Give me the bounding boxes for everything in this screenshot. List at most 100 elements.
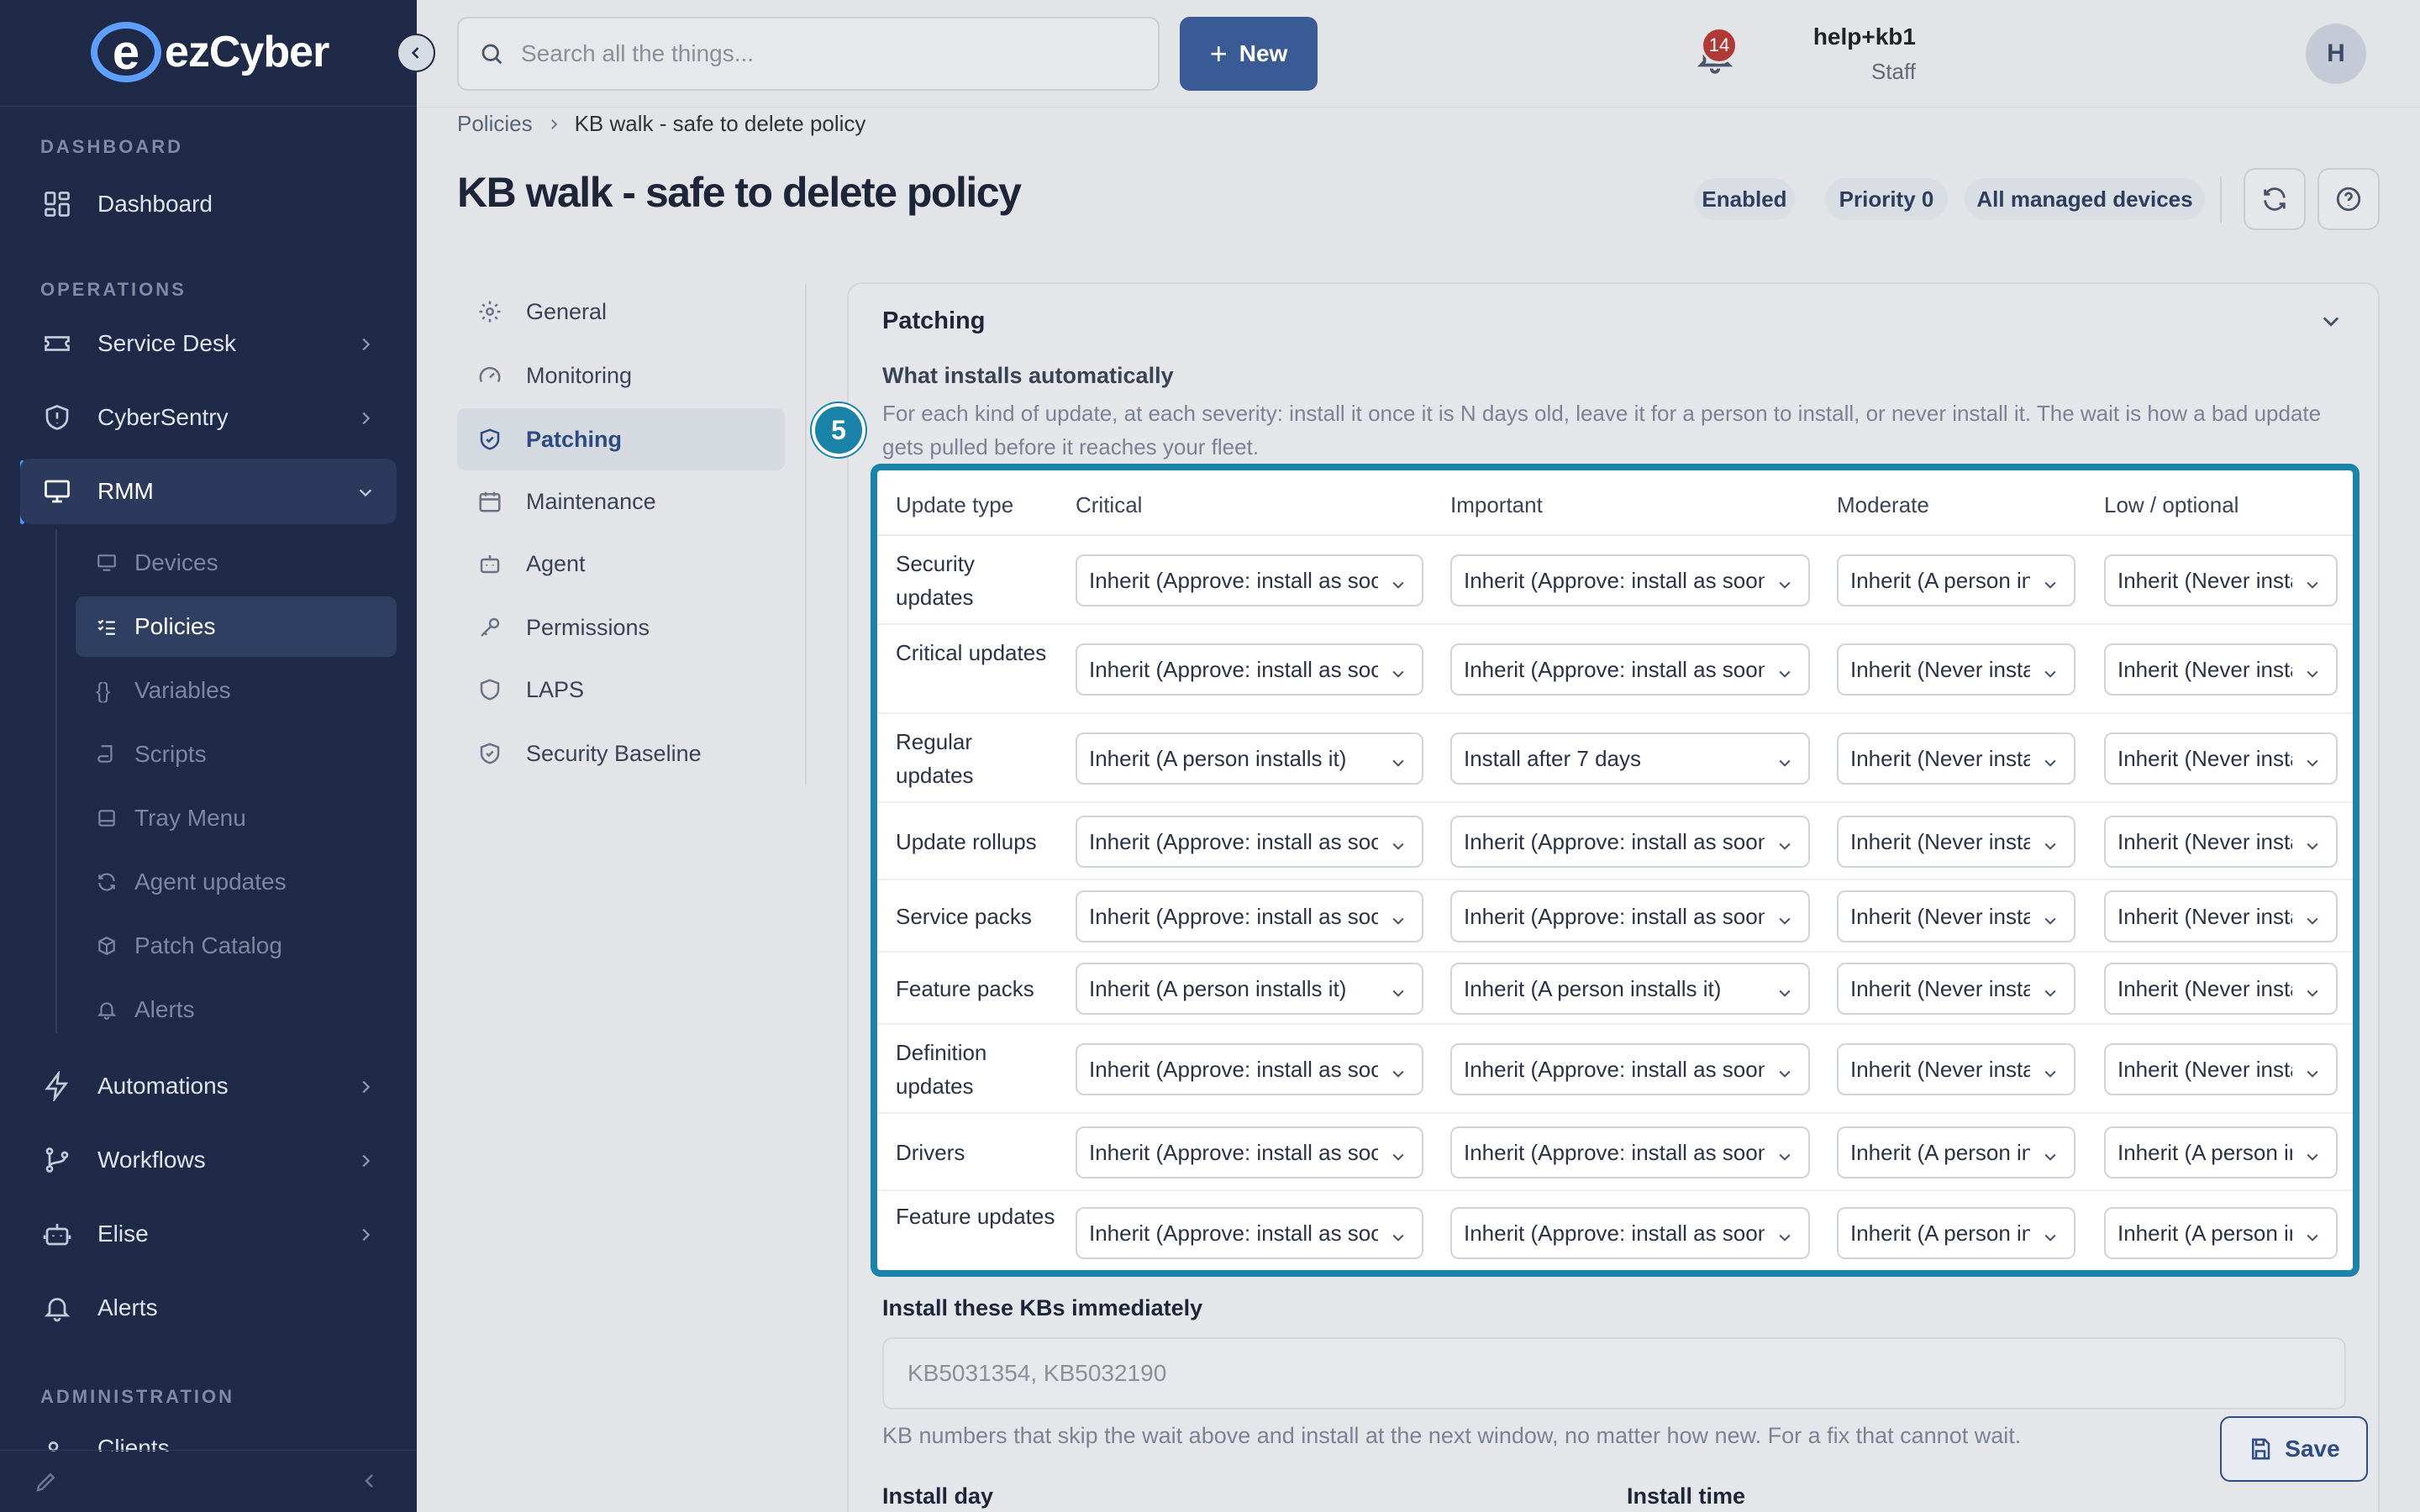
severity-select-critical[interactable]: Inherit (Approve: install as soon as rel… <box>1076 1126 1423 1179</box>
table-row: Feature updates Inherit (Approve: install… <box>877 1191 2353 1270</box>
severity-select-important[interactable]: Inherit (A person installs it) <box>1450 963 1810 1015</box>
select-value: Inherit (Approve: install as soon as rel… <box>1089 828 1378 854</box>
kb-input[interactable]: KB5031354, KB5032190 <box>882 1337 2346 1410</box>
severity-select-moderate[interactable]: Inherit (Never install) <box>1837 1043 2075 1095</box>
logo[interactable]: e ezCyber <box>91 22 329 82</box>
severity-select-low[interactable]: Inherit (Never install) <box>2104 1043 2338 1095</box>
breadcrumb-current: KB walk - safe to delete policy <box>574 111 866 136</box>
select-value: Inherit (Approve: install as soon as rel… <box>1464 1056 1765 1082</box>
severity-select-low[interactable]: Inherit (Never install) <box>2104 963 2338 1015</box>
severity-select-moderate[interactable]: Inherit (Never install) <box>1837 732 2075 785</box>
severity-select-important[interactable]: Inherit (Approve: install as soon as rel… <box>1450 1207 1810 1259</box>
severity-select-moderate[interactable]: Inherit (Never install) <box>1837 643 2075 696</box>
robot-icon <box>477 551 508 576</box>
severity-select-important[interactable]: Inherit (Approve: install as soon as rel… <box>1450 1126 1810 1179</box>
settings-nav-general[interactable]: General <box>457 281 785 343</box>
severity-select-critical[interactable]: Inherit (Approve: install as soon as rel… <box>1076 643 1423 696</box>
chevron-down-icon <box>1390 1226 1407 1252</box>
chevron-down-icon[interactable] <box>2319 309 2343 337</box>
key-icon <box>477 615 508 640</box>
severity-select-important[interactable]: Install after 7 days <box>1450 732 1810 785</box>
new-button[interactable]: + New <box>1180 17 1318 91</box>
sidebar-item-elise[interactable]: Elise <box>20 1201 397 1267</box>
chevron-down-icon <box>2304 662 2321 688</box>
search-box[interactable] <box>457 17 1160 91</box>
severity-select-critical[interactable]: Inherit (Approve: install as soon as rel… <box>1076 1043 1423 1095</box>
severity-select-important[interactable]: Inherit (Approve: install as soon as rel… <box>1450 890 1810 942</box>
settings-nav-patching[interactable]: Patching <box>457 408 785 470</box>
refresh-button[interactable] <box>2244 168 2306 230</box>
severity-select-moderate[interactable]: Inherit (Never install) <box>1837 816 2075 868</box>
settings-nav-label: General <box>526 298 608 324</box>
sidebar-item-dashboard[interactable]: Dashboard <box>20 171 397 237</box>
users-icon <box>40 1435 74 1452</box>
avatar[interactable]: H <box>2306 24 2366 84</box>
sidebar-subitem-devices[interactable]: Devices <box>76 533 397 593</box>
settings-nav-security-baseline[interactable]: Security Baseline <box>457 722 785 785</box>
severity-select-low[interactable]: Inherit (Never install) <box>2104 643 2338 696</box>
pencil-icon[interactable] <box>34 1469 59 1499</box>
sidebar-item-clients[interactable]: Clients <box>20 1418 397 1452</box>
settings-nav-agent[interactable]: Agent <box>457 533 785 595</box>
breadcrumb-parent[interactable]: Policies <box>457 111 533 137</box>
sidebar-subitem-label: Agent updates <box>134 869 287 895</box>
sidebar-subitem-policies[interactable]: Policies <box>76 596 397 657</box>
bell-icon <box>40 1291 74 1325</box>
save-button[interactable]: Save <box>2220 1416 2368 1482</box>
severity-select-important[interactable]: Inherit (Approve: install as soon as rel… <box>1450 643 1810 696</box>
severity-select-important[interactable]: Inherit (Approve: install as soon as rel… <box>1450 554 1810 606</box>
settings-nav-laps[interactable]: LAPS <box>457 659 785 721</box>
section-label-operations: OPERATIONS <box>40 279 187 300</box>
help-button[interactable] <box>2317 168 2380 230</box>
sidebar-item-rmm[interactable]: RMM <box>20 459 397 524</box>
severity-select-critical[interactable]: Inherit (Approve: install as soon as rel… <box>1076 554 1423 606</box>
severity-select-critical[interactable]: Inherit (A person installs it) <box>1076 963 1423 1015</box>
section-description: For each kind of update, at each severit… <box>882 401 2322 459</box>
severity-select-low[interactable]: Inherit (A person installs it) <box>2104 1207 2338 1259</box>
severity-select-low[interactable]: Inherit (A person installs it) <box>2104 1126 2338 1179</box>
sidebar-collapse-button[interactable] <box>397 34 435 72</box>
table-row: Drivers Inherit (Approve: install as soon… <box>877 1114 2353 1191</box>
severity-select-critical[interactable]: Inherit (Approve: install as soon as rel… <box>1076 816 1423 868</box>
save-button-label: Save <box>2285 1436 2340 1462</box>
sidebar-item-automations[interactable]: Automations <box>20 1053 397 1119</box>
severity-select-moderate[interactable]: Inherit (A person installs it) <box>1837 1126 2075 1179</box>
table-row: Update rollups Inherit (Approve: install … <box>877 803 2353 880</box>
sidebar-subitem-tray-menu[interactable]: Tray Menu <box>76 788 397 848</box>
severity-select-low[interactable]: Inherit (Never install) <box>2104 554 2338 606</box>
severity-select-low[interactable]: Inherit (Never install) <box>2104 816 2338 868</box>
sidebar-item-alerts[interactable]: Alerts <box>20 1275 397 1341</box>
kb-label: Install these KBs immediately <box>882 1295 1203 1320</box>
sidebar-subitem-variables[interactable]: {} Variables <box>76 660 397 721</box>
bolt-icon <box>40 1069 74 1103</box>
settings-nav-label: Maintenance <box>526 488 656 514</box>
sidebar-item-workflows[interactable]: Workflows <box>20 1127 397 1193</box>
chevron-right-icon <box>356 1149 375 1176</box>
severity-select-low[interactable]: Inherit (Never install) <box>2104 732 2338 785</box>
column-header: Update type <box>896 492 1014 517</box>
severity-select-critical[interactable]: Inherit (Approve: install as soon as rel… <box>1076 890 1423 942</box>
sidebar-item-cybersentry[interactable]: CyberSentry <box>20 385 397 450</box>
severity-select-important[interactable]: Inherit (Approve: install as soon as rel… <box>1450 1043 1810 1095</box>
severity-select-critical[interactable]: Inherit (Approve: install as soon as rel… <box>1076 1207 1423 1259</box>
ticket-icon <box>40 327 74 360</box>
settings-nav-monitoring[interactable]: Monitoring <box>457 344 785 407</box>
severity-select-critical[interactable]: Inherit (A person installs it) <box>1076 732 1423 785</box>
sidebar-subitem-scripts[interactable]: Scripts <box>76 724 397 785</box>
sidebar-subitem-alerts[interactable]: Alerts <box>76 979 397 1040</box>
severity-select-moderate[interactable]: Inherit (A person installs it) <box>1837 1207 2075 1259</box>
sidebar-subitem-agent-updates[interactable]: Agent updates <box>76 852 397 912</box>
table-row: Service packs Inherit (Approve: install a… <box>877 880 2353 953</box>
header-divider <box>2220 176 2222 223</box>
sidebar-item-service-desk[interactable]: Service Desk <box>20 311 397 376</box>
settings-nav-permissions[interactable]: Permissions <box>457 596 785 659</box>
collapse-left-icon[interactable] <box>360 1471 380 1495</box>
severity-select-moderate[interactable]: Inherit (Never install) <box>1837 890 2075 942</box>
severity-select-important[interactable]: Inherit (Approve: install as soon as rel… <box>1450 816 1810 868</box>
search-input[interactable] <box>521 40 1109 67</box>
settings-nav-maintenance[interactable]: Maintenance <box>457 470 785 533</box>
severity-select-low[interactable]: Inherit (Never install) <box>2104 890 2338 942</box>
severity-select-moderate[interactable]: Inherit (Never install) <box>1837 963 2075 1015</box>
severity-select-moderate[interactable]: Inherit (A person installs it) <box>1837 554 2075 606</box>
sidebar-subitem-patch-catalog[interactable]: Patch Catalog <box>76 916 397 976</box>
